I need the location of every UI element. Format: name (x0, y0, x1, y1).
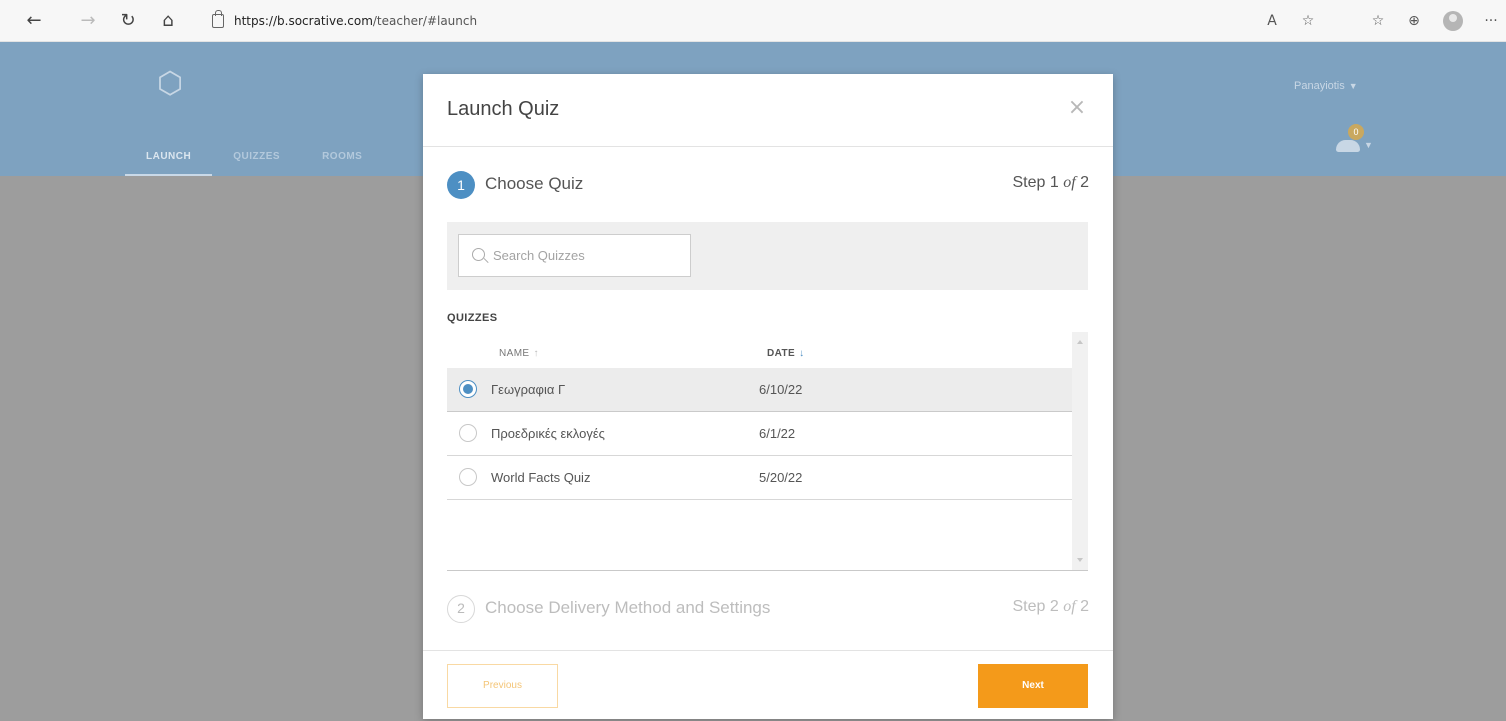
step-delivery-method[interactable]: 2 Choose Delivery Method and Settings St… (447, 594, 1089, 624)
table-header: NAME ↑ DATE ↓ (447, 332, 1072, 368)
home-icon[interactable]: ⌂ (158, 11, 178, 31)
user-name: Panayiotis (1294, 80, 1345, 92)
quiz-date: 6/1/22 (759, 426, 796, 441)
step-counter-total: 2 (1075, 174, 1089, 191)
modal-footer: Previous Next (423, 650, 1113, 719)
read-aloud-icon[interactable]: A (1262, 11, 1282, 31)
chevron-down-icon: ▼ (1364, 140, 1373, 150)
table-scrollbar[interactable] (1072, 332, 1088, 570)
quizzes-heading: QUIZZES (447, 312, 498, 324)
column-name-label: NAME (499, 348, 530, 359)
column-date-label: DATE (767, 348, 796, 359)
nav-tab-rooms[interactable]: ROOMS (301, 147, 383, 177)
nav-tab-launch[interactable]: LAUNCH (125, 147, 213, 177)
sort-up-icon: ↑ (533, 348, 539, 359)
quiz-radio[interactable] (459, 424, 477, 442)
chevron-down-icon: ▼ (1348, 81, 1358, 91)
forward-arrow-icon[interactable]: → (78, 11, 98, 31)
quiz-name: Γεωγραφια Γ (491, 382, 566, 397)
step-choose-quiz: 1 Choose Quiz Step 1 of 2 (447, 170, 1089, 200)
step-label: Choose Quiz (485, 174, 584, 193)
table-row[interactable]: World Facts Quiz 5/20/22 (447, 456, 1072, 500)
lock-icon[interactable] (212, 10, 224, 28)
step-counter-of: of (1063, 174, 1076, 191)
close-icon[interactable]: × (1064, 95, 1090, 121)
column-header-name[interactable]: NAME ↑ (499, 348, 539, 359)
browser-toolbar: ← → ↻ ⌂ https://b.socrative.com/teacher/… (0, 0, 1506, 42)
favorites-icon[interactable]: ☆ (1368, 11, 1388, 31)
quiz-name: Προεδρικές εκλογές (491, 426, 605, 441)
quiz-date: 5/20/22 (759, 470, 803, 485)
table-row[interactable]: Προεδρικές εκλογές 6/1/22 (447, 412, 1072, 456)
back-arrow-icon[interactable]: ← (24, 11, 44, 31)
quiz-radio-selected[interactable] (459, 380, 477, 398)
next-button[interactable]: Next (978, 664, 1088, 708)
profile-avatar-icon[interactable] (1443, 11, 1463, 31)
url-path: /teacher/#launch (372, 14, 478, 28)
collections-icon[interactable]: ⊕ (1404, 11, 1424, 31)
table-row[interactable]: Γεωγραφια Γ 6/10/22 (447, 368, 1072, 412)
step-counter-of: of (1063, 598, 1076, 615)
search-box[interactable] (458, 234, 691, 277)
quizzes-table: NAME ↑ DATE ↓ Γεωγραφια Γ 6/10/22 Προεδρικ… (447, 332, 1088, 571)
search-quizzes-input[interactable] (493, 235, 683, 276)
modal-header: Launch Quiz × (423, 74, 1113, 147)
step-label: Choose Delivery Method and Settings (485, 598, 771, 617)
socrative-logo-icon: ⬡ (156, 66, 184, 101)
quiz-date: 6/10/22 (759, 382, 803, 397)
refresh-icon[interactable]: ↻ (118, 11, 138, 31)
step-number-badge: 1 (447, 171, 475, 199)
add-favorite-icon[interactable]: ☆ (1298, 11, 1318, 31)
step-counter-total: 2 (1075, 598, 1089, 615)
notifications-menu[interactable]: 0 ▼ (1334, 122, 1374, 158)
app-nav: LAUNCH QUIZZES ROOMS (125, 147, 383, 177)
search-icon (472, 248, 485, 261)
scroll-up-icon[interactable] (1077, 340, 1083, 344)
step-counter: Step 2 of 2 (1013, 598, 1090, 616)
user-menu[interactable]: Panayiotis ▼ (1294, 80, 1358, 92)
sort-down-icon: ↓ (799, 348, 805, 359)
nav-tab-quizzes[interactable]: QUIZZES (212, 147, 301, 177)
quiz-name: World Facts Quiz (491, 470, 591, 485)
url-host: https://b.socrative.com (234, 14, 373, 28)
users-icon (1336, 140, 1360, 152)
step-counter: Step 1 of 2 (1013, 174, 1090, 192)
step-counter-prefix: Step 1 (1012, 174, 1064, 191)
scroll-down-icon[interactable] (1077, 558, 1083, 562)
quiz-radio[interactable] (459, 468, 477, 486)
step-counter-prefix: Step 2 (1012, 598, 1064, 615)
notification-badge: 0 (1348, 124, 1364, 140)
step-number-badge: 2 (447, 595, 475, 623)
search-panel (447, 222, 1088, 290)
column-header-date[interactable]: DATE ↓ (767, 348, 805, 359)
address-bar[interactable]: https://b.socrative.com/teacher/#launch (212, 10, 477, 32)
modal-title: Launch Quiz (447, 98, 560, 120)
more-menu-icon[interactable]: ··· (1480, 11, 1502, 31)
launch-quiz-modal: Launch Quiz × 1 Choose Quiz Step 1 of 2 … (423, 74, 1113, 719)
previous-button[interactable]: Previous (447, 664, 558, 708)
